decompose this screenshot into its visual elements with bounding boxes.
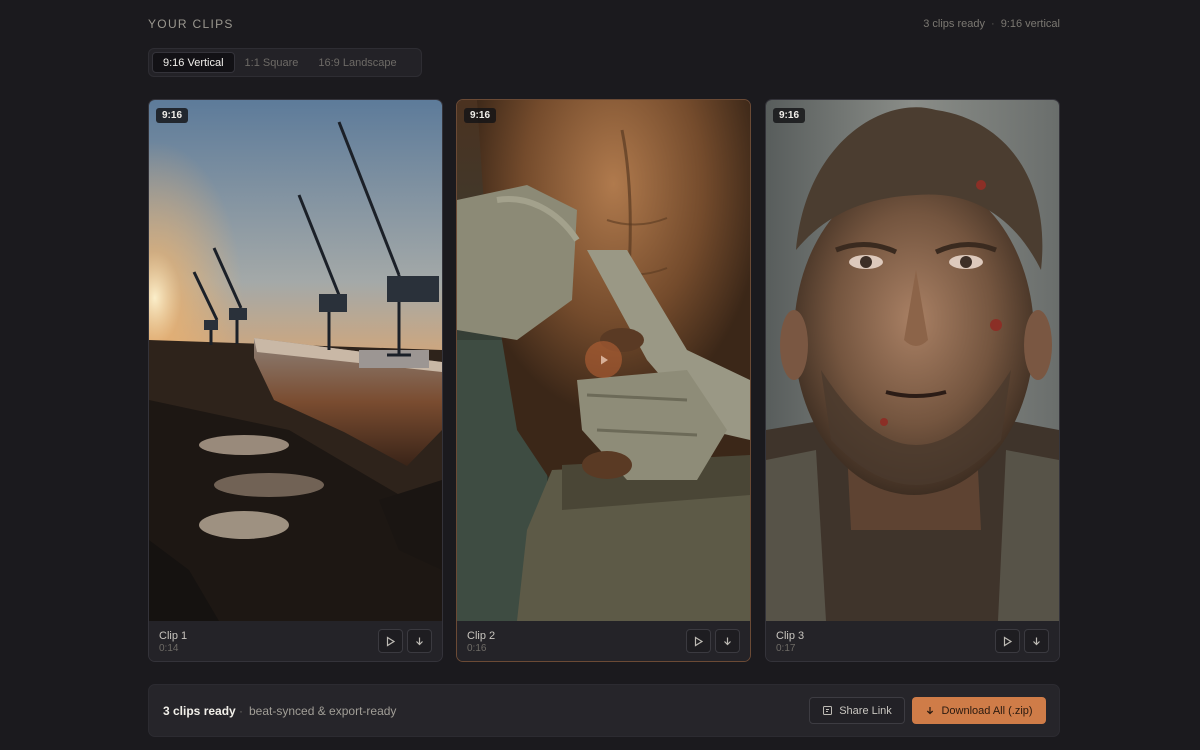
clip-footer: Clip 2 0:16 (457, 621, 750, 661)
download-button[interactable] (1024, 629, 1049, 653)
ratio-badge: 9:16 (773, 108, 806, 123)
clip-footer: Clip 1 0:14 (149, 621, 442, 661)
clips-panel: YOUR CLIPS 3 clips ready · 9:16 vertical 9… (148, 0, 1060, 750)
download-icon (724, 637, 731, 645)
clip-thumbnail-3[interactable]: 9:16 (766, 100, 1059, 621)
clip-duration: 0:17 (776, 643, 796, 654)
ready-description: beat-synced & export-ready (249, 704, 397, 718)
clip-card-1[interactable]: 9:16 Clip 1 0:14 (148, 99, 443, 662)
share-link-label: Share Link (839, 704, 892, 717)
header-format: 9:16 vertical (1000, 18, 1060, 30)
download-button[interactable] (715, 629, 740, 653)
ready-count: 3 clips ready (163, 704, 236, 718)
clip-card-3[interactable]: 9:16 Clip 3 0:17 (765, 99, 1060, 662)
play-button[interactable] (378, 629, 403, 653)
aspect-ratio-tabs: 9:16 Vertical 1:1 Square 16:9 Landscape (148, 48, 422, 77)
tab-square[interactable]: 1:1 Square (235, 52, 309, 73)
header-status: 3 clips ready · 9:16 vertical (923, 18, 1060, 30)
download-button[interactable] (407, 629, 432, 653)
fighter-portrait-image (766, 100, 1059, 621)
tab-vertical[interactable]: 9:16 Vertical (152, 52, 235, 73)
play-icon (694, 635, 704, 647)
clip-grid: 9:16 Clip 1 0:14 9:16 Clip 2 0:16 9:16 C… (148, 99, 1060, 662)
clip-name: Clip 2 (467, 630, 496, 642)
play-button[interactable] (995, 629, 1020, 653)
header-clip-count: 3 clips ready (923, 18, 986, 30)
export-bar: 3 clips ready · beat-synced & export-rea… (148, 684, 1060, 737)
clip-card-2[interactable]: 9:16 Clip 2 0:16 (456, 99, 751, 662)
share-link-button[interactable]: Share Link (809, 697, 905, 724)
download-icon (927, 706, 934, 714)
download-icon (1033, 637, 1040, 645)
play-button[interactable] (686, 629, 711, 653)
ratio-badge: 9:16 (464, 108, 497, 123)
section-title: YOUR CLIPS (148, 17, 234, 31)
download-all-label: Download All (.zip) (941, 704, 1033, 717)
bar-separator: · (239, 704, 243, 718)
clip-name: Clip 3 (776, 630, 805, 642)
share-icon (823, 706, 833, 715)
clip-thumbnail-2[interactable]: 9:16 (457, 100, 750, 621)
clip-duration: 0:14 (159, 643, 179, 654)
shipyard-scene-image (149, 100, 442, 621)
play-icon (386, 635, 396, 647)
play-icon (600, 355, 608, 364)
ratio-badge: 9:16 (156, 108, 189, 123)
clip-duration: 0:16 (467, 643, 487, 654)
tab-landscape[interactable]: 16:9 Landscape (308, 52, 406, 73)
download-all-button[interactable]: Download All (.zip) (912, 697, 1046, 724)
play-overlay-button[interactable] (585, 341, 622, 378)
clip-thumbnail-1[interactable]: 9:16 (149, 100, 442, 621)
clip-footer: Clip 3 0:17 (766, 621, 1059, 661)
header-separator: · (991, 18, 995, 30)
clip-name: Clip 1 (159, 630, 188, 642)
clips-header: YOUR CLIPS 3 clips ready · 9:16 vertical (148, 17, 1060, 33)
download-icon (416, 637, 423, 645)
play-icon (1003, 635, 1013, 647)
